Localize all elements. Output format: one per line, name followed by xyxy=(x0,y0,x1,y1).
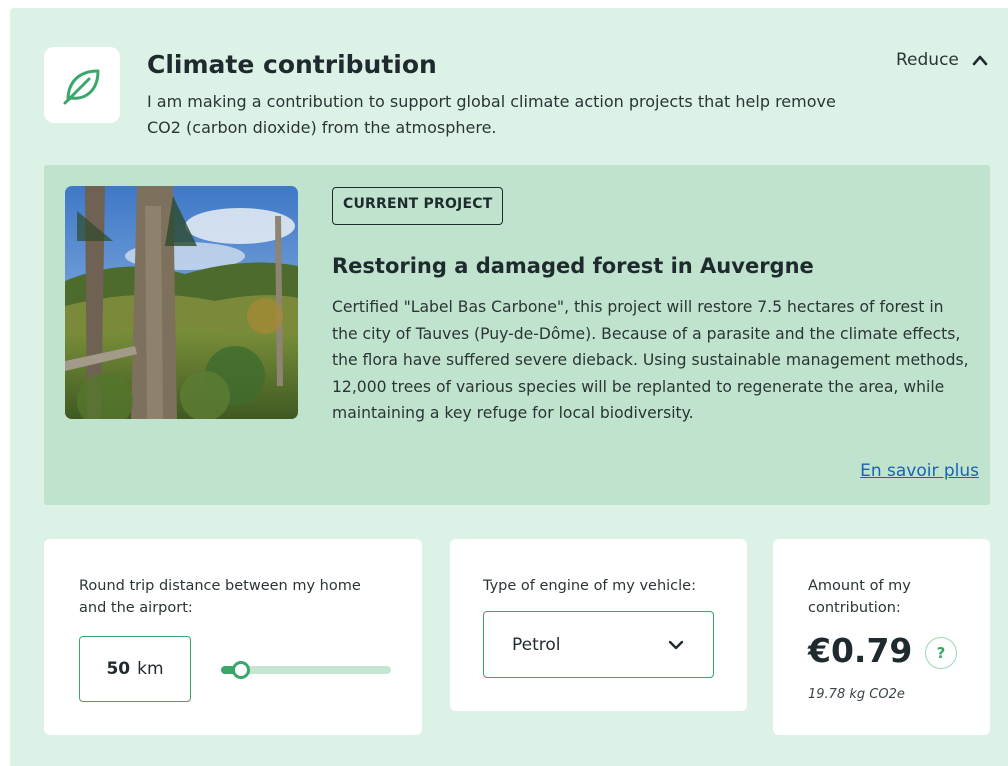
project-description: Certified "Label Bas Carbone", this proj… xyxy=(332,298,969,422)
current-project-badge: CURRENT PROJECT xyxy=(332,187,504,225)
distance-slider-thumb[interactable] xyxy=(232,661,251,679)
distance-input[interactable]: 50 km xyxy=(79,636,191,702)
distance-label: Round trip distance between my home and … xyxy=(79,578,361,616)
page-title: Climate contribution xyxy=(147,50,437,79)
distance-slider[interactable] xyxy=(221,661,391,679)
reduce-toggle-button[interactable]: Reduce xyxy=(896,50,989,70)
leaf-icon xyxy=(63,69,100,105)
question-icon[interactable]: ? xyxy=(925,637,957,669)
distance-unit: km xyxy=(137,659,164,679)
leaf-tile xyxy=(44,47,120,123)
engine-card: Type of engine of my vehicle: Petrol xyxy=(450,539,747,711)
project-photo xyxy=(65,186,298,419)
climate-contribution-panel: Climate contribution I am making a contr… xyxy=(10,8,1008,766)
contribution-amount: €0.79 xyxy=(808,631,913,670)
distance-card: Round trip distance between my home and … xyxy=(44,539,422,735)
engine-label: Type of engine of my vehicle: xyxy=(483,578,696,594)
amount-card: Amount of my contribution: €0.79 ? 19.78… xyxy=(773,539,990,735)
engine-selected-value: Petrol xyxy=(512,634,561,655)
reduce-label: Reduce xyxy=(896,50,959,70)
learn-more-link[interactable]: En savoir plus xyxy=(860,461,979,481)
chevron-down-icon xyxy=(668,640,684,649)
current-project-card: CURRENT PROJECT Restoring a damaged fore… xyxy=(44,165,990,505)
co2-equivalent: 19.78 kg CO2e xyxy=(808,687,905,702)
engine-select[interactable]: Petrol xyxy=(483,611,714,678)
project-title: Restoring a damaged forest in Auvergne xyxy=(332,254,814,278)
amount-label: Amount of my contribution: xyxy=(808,578,911,616)
page-subtitle: I am making a contribution to support gl… xyxy=(147,92,836,137)
chevron-up-icon xyxy=(972,55,988,66)
distance-value: 50 xyxy=(106,659,131,679)
